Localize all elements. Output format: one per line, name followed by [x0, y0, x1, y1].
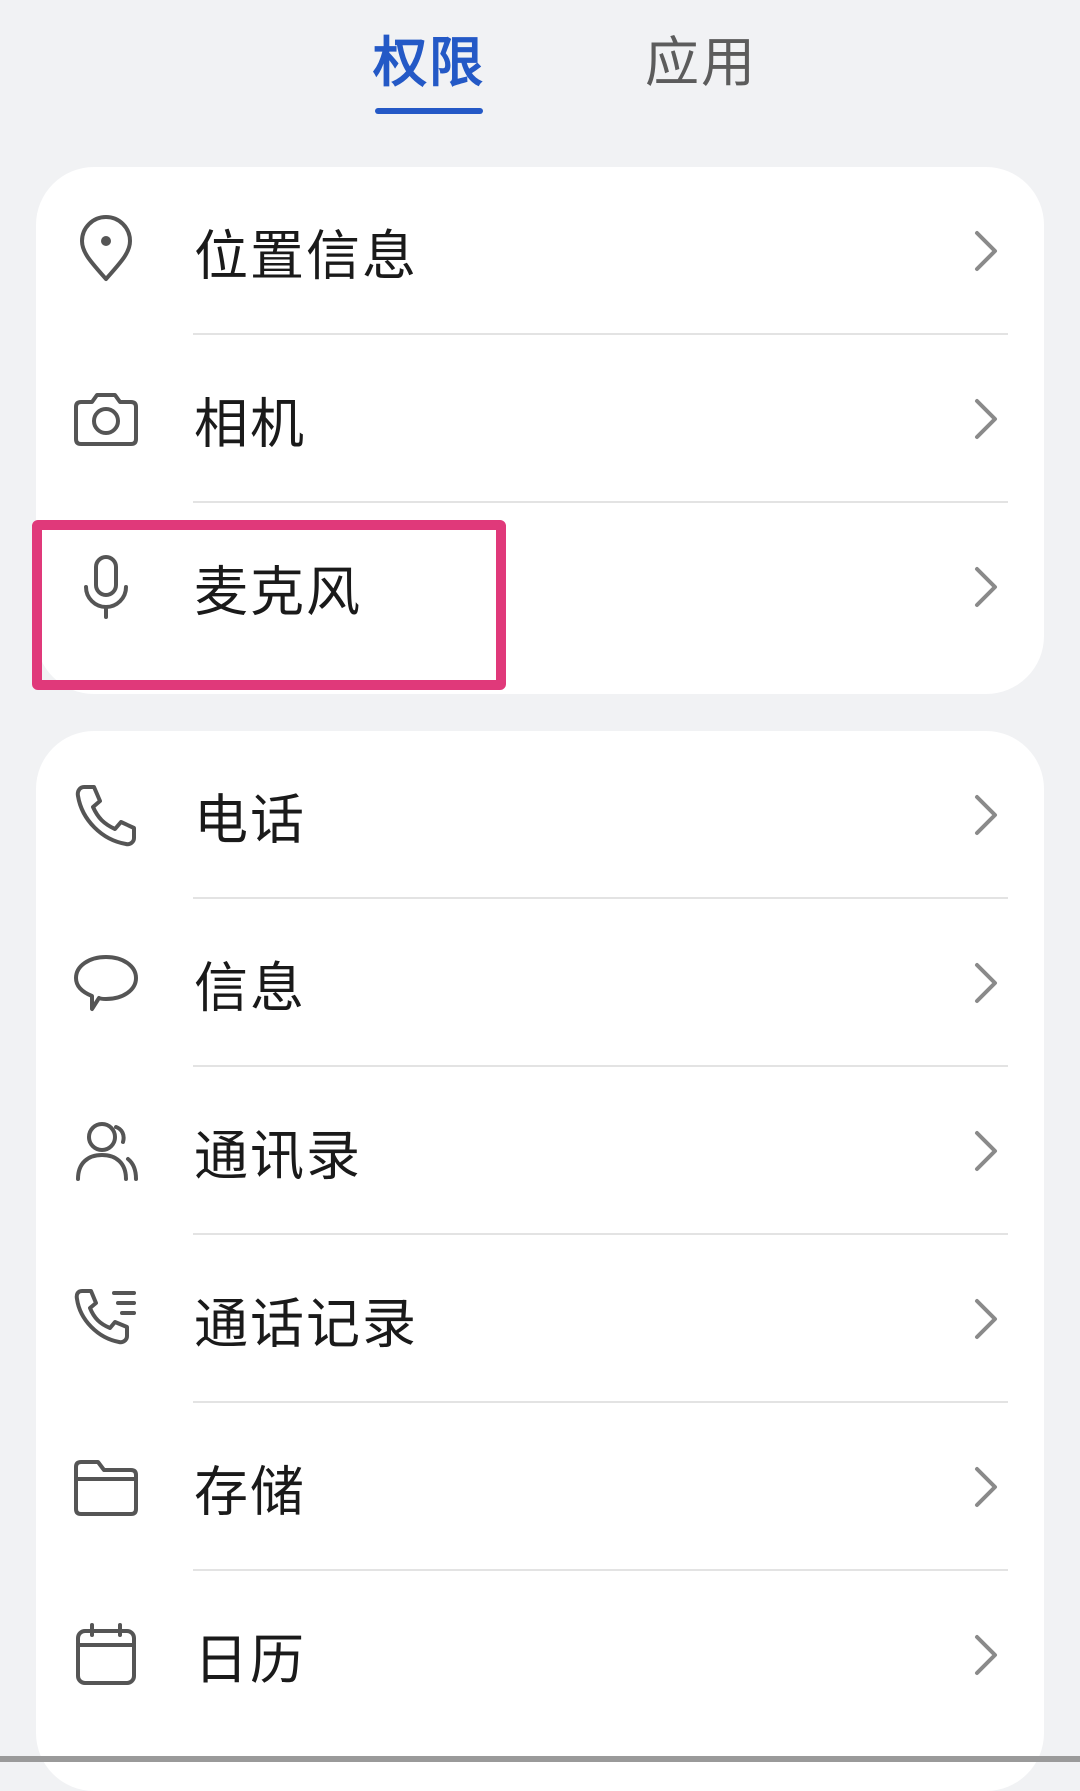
chevron-right-icon	[971, 1295, 1001, 1343]
permission-item-label: 位置信息	[194, 224, 418, 288]
tab-permissions[interactable]: 权限	[373, 28, 485, 118]
permission-item-camera[interactable]: 相机	[36, 335, 1044, 503]
permission-item-label: 通话记录	[194, 1292, 418, 1356]
message-bubble-icon	[70, 947, 142, 1019]
permission-item-microphone[interactable]: 麦克风	[36, 503, 1044, 671]
permission-item-label: 存储	[194, 1460, 306, 1524]
chevron-right-icon	[971, 227, 1001, 275]
permission-item-location[interactable]: 位置信息	[36, 167, 1044, 335]
chevron-right-icon	[971, 1127, 1001, 1175]
permission-item-storage[interactable]: 存储	[36, 1403, 1044, 1571]
location-pin-icon	[70, 215, 142, 287]
permission-item-label: 电话	[194, 788, 306, 852]
tab-apps[interactable]: 应用	[645, 28, 757, 118]
tab-active-indicator	[375, 108, 483, 114]
permission-item-contacts[interactable]: 通讯录	[36, 1067, 1044, 1235]
phone-icon	[70, 779, 142, 851]
permission-item-calendar[interactable]: 日历	[36, 1571, 1044, 1739]
bottom-edge-bar	[0, 1756, 1080, 1762]
folder-icon	[70, 1451, 142, 1523]
chevron-right-icon	[971, 395, 1001, 443]
chevron-right-icon	[971, 1463, 1001, 1511]
permission-item-label: 相机	[194, 392, 306, 456]
permission-group-2: 电话 信息 通讯录 通话记录 存储 日历	[36, 731, 1044, 1791]
contacts-icon	[70, 1115, 142, 1187]
calendar-icon	[70, 1619, 142, 1691]
permission-group-1: 位置信息 相机 麦克风	[36, 167, 1044, 694]
permission-item-call-log[interactable]: 通话记录	[36, 1235, 1044, 1403]
chevron-right-icon	[971, 959, 1001, 1007]
permission-item-label: 麦克风	[194, 560, 362, 624]
chevron-right-icon	[971, 563, 1001, 611]
tab-apps-label: 应用	[645, 31, 757, 94]
permission-item-label: 日历	[194, 1628, 306, 1692]
permission-item-messages[interactable]: 信息	[36, 899, 1044, 1067]
tab-bar: 权限 应用	[0, 0, 1080, 130]
chevron-right-icon	[971, 791, 1001, 839]
chevron-right-icon	[971, 1631, 1001, 1679]
permission-item-label: 通讯录	[194, 1124, 362, 1188]
call-log-icon	[70, 1283, 142, 1355]
microphone-icon	[70, 551, 142, 623]
tab-permissions-label: 权限	[373, 31, 485, 94]
camera-icon	[70, 383, 142, 455]
permission-item-phone[interactable]: 电话	[36, 731, 1044, 899]
permission-item-label: 信息	[194, 956, 306, 1020]
